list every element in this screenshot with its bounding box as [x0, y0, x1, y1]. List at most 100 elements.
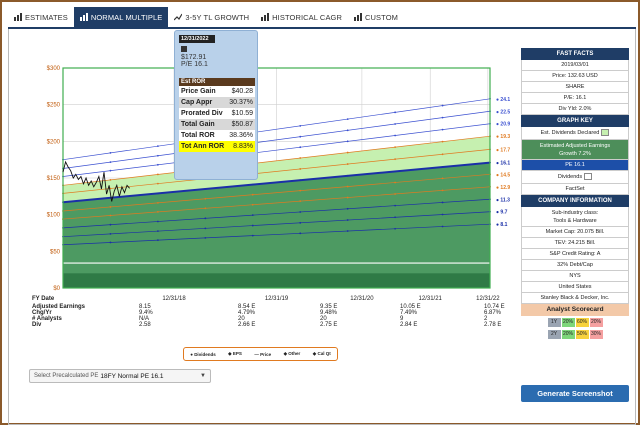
company-credit-rating: S&P Credit Rating: A: [521, 249, 629, 260]
pe-right-label: ● 12.9: [496, 185, 510, 191]
generate-screenshot-button[interactable]: Generate Screenshot: [521, 385, 629, 402]
tab-label: 3-5Y TL GROWTH: [185, 12, 250, 22]
x-tick-label: 12/31/19: [265, 296, 289, 302]
pe-point: [441, 225, 444, 228]
pe-point: [299, 124, 302, 127]
analyst-scorecard-header: Analyst Scorecard: [521, 304, 629, 316]
pe-point: [251, 214, 254, 217]
legend-dividends[interactable]: ● Dividends: [190, 352, 215, 357]
tab-label: ESTIMATES: [25, 12, 68, 22]
data-cell: 2.58: [139, 322, 151, 328]
pe-point: [156, 182, 159, 185]
pe-point: [346, 219, 349, 221]
y-tick-label: $250: [47, 103, 61, 109]
tooltip-row-total-ror: Total ROR 38.36%: [179, 130, 255, 141]
data-cell: 2.75 E: [320, 322, 338, 328]
tab-label: CUSTOM: [365, 12, 398, 22]
pe-point: [346, 174, 349, 177]
pe-point: [299, 157, 302, 159]
pe-right-label: ● 16.1: [496, 161, 510, 167]
pe-point: [346, 207, 349, 210]
fast-facts-date: 2019/03/01: [521, 60, 629, 71]
pe-point: [299, 135, 302, 138]
pe-point: [441, 177, 444, 180]
tooltip-price: $172.91: [181, 54, 207, 61]
tab-3-5y-tl-growth[interactable]: 3-5Y TL GROWTH: [168, 7, 256, 27]
pe-point: [299, 168, 302, 170]
tab-historical-cagr[interactable]: HISTORICAL CAGR: [255, 7, 349, 27]
pe-point: [441, 166, 444, 168]
pe-right-label: ● 24.1: [496, 97, 510, 103]
pe-point: [346, 196, 349, 199]
x-tick-label: 12/31/22: [476, 296, 500, 302]
pe-point: [441, 213, 444, 216]
bars-icon: [261, 13, 270, 21]
y-tick-label: $300: [47, 66, 61, 72]
key-earnings-growth: Estimated Adjusted Earnings Growth 7.2%: [521, 140, 629, 160]
x-tick-label: 12/31/21: [419, 296, 443, 302]
ror-tooltip: 12/31/2022 $172.91 P/E 16.1 Est ROR Pric…: [174, 30, 258, 180]
light-green-swatch-icon: [601, 129, 610, 137]
legend-price[interactable]: — Price: [254, 352, 271, 357]
fast-facts-share: SHARE: [521, 82, 629, 93]
pe-point: [204, 217, 207, 220]
pe-right-label: ● 11.3: [496, 197, 510, 203]
fast-facts-header: FAST FACTS: [521, 48, 629, 60]
data-cell: 2.66 E: [238, 322, 256, 328]
legend-cal-qt[interactable]: ◆ Cal Qt: [313, 351, 331, 357]
tab-estimates[interactable]: ESTIMATES: [8, 7, 74, 27]
pe-point: [204, 236, 207, 239]
pe-point: [394, 204, 397, 207]
pe-point: [394, 170, 397, 173]
tab-custom[interactable]: CUSTOM: [348, 7, 404, 27]
pe-point: [441, 104, 444, 107]
data-cell: 2.84 E: [400, 322, 418, 328]
precalculated-pe-select[interactable]: Select Precalculated PE 18FY Normal PE 1…: [29, 369, 211, 383]
pe-point: [394, 193, 397, 195]
tooltip-row-price-gain: Price Gain $40.28: [179, 86, 255, 97]
select-value: 18FY Normal PE 16.1: [100, 372, 164, 380]
pe-point: [109, 214, 112, 217]
pe-right-label: ● 19.3: [496, 134, 510, 140]
pe-right-label: ● 14.5: [496, 172, 510, 178]
pe-point: [109, 152, 112, 154]
scorecard-row-2y: 2Y 20% 50% 30%: [521, 329, 629, 340]
pe-point: [204, 227, 207, 230]
pe-point: [394, 227, 397, 230]
key-dividends: Dividends: [521, 171, 629, 184]
scorecard-row-1y: 1Y 20% 60% 20%: [521, 317, 629, 328]
pe-right-label: ● 22.5: [496, 109, 510, 115]
pe-point: [251, 183, 254, 186]
pe-point: [441, 140, 444, 143]
pe-point: [394, 158, 397, 161]
pe-point: [441, 116, 444, 119]
chart-legend: ● Dividends ◆ EPS — Price ◆ Other ◆ Cal …: [183, 347, 338, 361]
fast-facts-div-yld: Div Yld: 2.0%: [521, 104, 629, 115]
pe-point: [156, 145, 159, 148]
tooltip-row-cap-appr: Cap Appr 30.37%: [179, 97, 255, 108]
pe-point: [204, 197, 207, 200]
pe-right-label: ● 8.1: [496, 222, 508, 228]
tab-normal-multiple[interactable]: NORMAL MULTIPLE: [73, 7, 169, 27]
pe-point: [394, 181, 397, 184]
price-marker-icon: [181, 46, 187, 52]
pe-right-label: ● 17.7: [496, 147, 510, 153]
pe-point: [394, 146, 397, 149]
legend-eps[interactable]: ◆ EPS: [228, 351, 242, 357]
legend-other[interactable]: ◆ Other: [284, 351, 301, 357]
company-subindustry: Sub-industry class: Tools & Hardware: [521, 207, 629, 227]
tab-bar: ESTIMATES NORMAL MULTIPLE 3-5Y TL GROWTH…: [8, 7, 404, 27]
pe-point: [346, 151, 349, 154]
pe-point: [299, 221, 302, 224]
pe-point: [156, 192, 159, 195]
pe-point: [156, 220, 159, 223]
white-swatch-icon: [584, 173, 593, 181]
tooltip-row-total-gain: Total Gain $50.87: [179, 119, 255, 130]
key-pe: PE 16.1: [521, 160, 629, 171]
pe-point: [251, 203, 254, 206]
pe-point: [156, 173, 159, 176]
pe-point: [156, 239, 159, 242]
company-debt-cap: 32% Debt/Cap: [521, 260, 629, 271]
side-panel: FAST FACTS 2019/03/01 Price: 132.63 USD …: [521, 48, 629, 340]
pe-point: [299, 189, 302, 192]
